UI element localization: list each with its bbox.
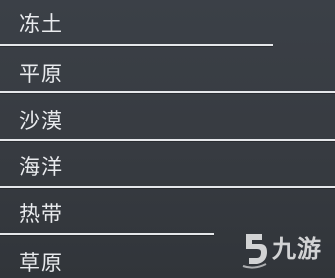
biome-list-panel: 冻土 平原 沙漠 海洋 热带 草原 九游	[0, 0, 335, 278]
jiuyou-logo-icon	[242, 234, 267, 269]
list-item-label: 海洋	[19, 155, 63, 179]
list-item-label: 冻土	[19, 12, 63, 36]
list-item-tropical[interactable]: 热带	[0, 188, 335, 234]
list-item-label: 平原	[19, 62, 63, 86]
list-item-plain[interactable]: 平原	[0, 46, 335, 92]
list-item-label: 草原	[19, 251, 63, 275]
watermark-text: 九游	[272, 235, 322, 263]
watermark-logo: 九游	[240, 230, 328, 274]
list-item-ocean[interactable]: 海洋	[0, 141, 335, 187]
list-item-desert[interactable]: 沙漠	[0, 93, 335, 139]
list-item-frozen-soil[interactable]: 冻土	[0, 0, 335, 46]
list-item-label: 沙漠	[19, 109, 63, 133]
list-item-label: 热带	[19, 202, 63, 226]
